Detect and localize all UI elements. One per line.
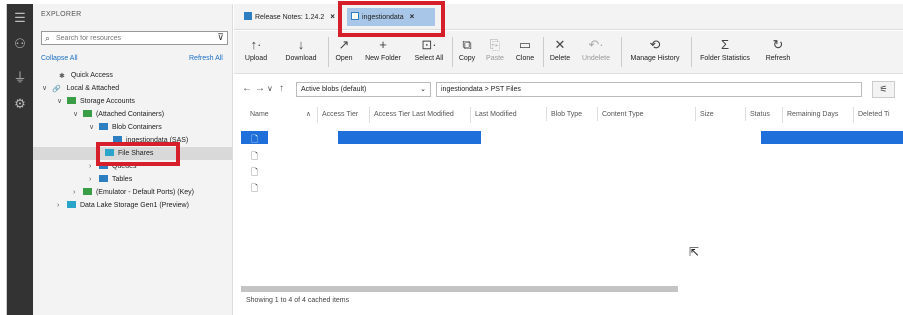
select-all-button[interactable]: ⊡· Select All [409,35,449,73]
folder-statistics-button[interactable]: Σ Folder Statistics [694,35,756,73]
path-input[interactable]: ingestiondata > PST Files [436,82,862,97]
tree-quick-access[interactable]: ✱ Quick Access [33,69,232,82]
account-icon[interactable]: ⚇ [12,36,28,52]
manage-history-button[interactable]: ⟲ Manage History [624,35,686,73]
cursor-icon: ⇱ [689,245,700,259]
undelete-icon: ↶· [588,37,604,52]
delete-icon: ✕ [554,37,566,52]
chevron-down-icon[interactable]: ∨ [267,84,273,93]
sort-icon: ∧ [305,111,311,118]
view-mode-select[interactable]: Active blobs (default) ⌄ [296,82,431,97]
history-icon: ⟲ [649,37,661,52]
upload-icon: ↑· [250,37,262,52]
storage-icon [66,97,76,104]
refresh-icon: ↻ [772,37,784,52]
file-icon: 🗋 [251,151,259,161]
copy-button[interactable]: ⧉ Copy [454,35,480,73]
file-icon: 🗋 [251,167,259,177]
up-arrow-icon[interactable]: ↑ [279,83,284,94]
pin-icon: ✱ [59,73,65,80]
highlight-box-file-shares [96,142,180,166]
notes-icon [244,12,252,20]
tree-attached-containers[interactable]: ∨ (Attached Containers) [33,108,232,121]
select-all-icon: ⊡· [421,37,437,52]
main-panel: Release Notes: 1.24.2 × ingestiondata × ↑·… [234,4,903,315]
download-icon: ↓ [297,37,305,52]
column-options-icon[interactable]: ⚟ [872,81,895,98]
paste-button[interactable]: ⎘ Paste [482,35,508,73]
column-header-access-tier-last-modified[interactable]: Access Tier Last Modified [370,107,471,123]
chevron-down-icon[interactable]: ∨ [42,82,50,95]
tree-storage-accounts[interactable]: ∨ Storage Accounts [33,95,232,108]
table-icon [98,175,108,182]
download-button[interactable]: ↓ Download [280,35,322,73]
tab-release-notes[interactable]: Release Notes: 1.24.2 × [240,8,340,26]
datalake-icon [66,201,76,208]
tree-data-lake[interactable]: › Data Lake Storage Gen1 (Preview) [33,199,232,212]
upload-button[interactable]: ↑· Upload [240,35,272,73]
search-box[interactable]: ⌕ ⊽ [41,31,228,45]
collapse-all-link[interactable]: Collapse All [41,55,78,62]
highlight-box-tab [338,1,445,37]
file-grid: Name ∧ Access Tier Access Tier Last Modif… [234,107,903,287]
search-icon: ⌕ [45,33,51,43]
paste-icon: ⎘ [489,37,501,52]
blob-icon [98,123,108,130]
chevron-down-icon[interactable]: ∨ [89,121,97,134]
explorer-title: EXPLORER [41,11,82,18]
activity-bar: ☰ ⚇ ⏚ ⚙ [7,4,33,315]
chevron-down-icon[interactable]: ∨ [57,95,65,108]
link-icon: 🔗 [51,86,61,93]
plus-icon: + [379,37,387,52]
explorer-icon[interactable]: ☰ [12,10,28,26]
chevron-right-icon[interactable]: › [73,186,81,199]
copy-icon: ⧉ [462,37,472,52]
toolbar-divider [452,37,453,67]
filter-icon[interactable]: ⊽ [217,32,224,43]
chevron-right-icon[interactable]: › [89,173,97,186]
search-input[interactable] [56,33,206,43]
toolbar-divider [328,37,329,67]
sigma-icon: Σ [720,37,730,52]
tree-tables[interactable]: › Tables [33,173,232,186]
column-header-access-tier[interactable]: Access Tier [318,107,370,123]
settings-icon[interactable]: ⚙ [12,96,28,112]
horizontal-scrollbar[interactable] [241,286,678,292]
close-icon[interactable]: × [330,12,335,21]
forward-arrow-icon[interactable]: → [255,83,265,94]
chevron-down-icon: ⌄ [420,86,426,93]
storage-icon [82,110,92,117]
tree-emulator[interactable]: › (Emulator - Default Ports) (Key) [33,186,232,199]
file-icon: 🗋 [251,134,259,144]
delete-button[interactable]: ✕ Delete [546,35,574,73]
open-button[interactable]: ↗ Open [330,35,358,73]
plug-icon[interactable]: ⏚ [12,70,28,86]
toolbar-divider [621,37,622,67]
toolbar: ↑· Upload ↓ Download ↗ Open + New Folder ⊡· S… [234,31,903,74]
storage-icon [82,188,92,195]
redacted-names [268,131,338,198]
file-icon: 🗋 [251,183,259,193]
tree-blob-containers[interactable]: ∨ Blob Containers [33,121,232,134]
column-header-deleted-time[interactable]: Deleted Ti [854,107,903,123]
chevron-down-icon[interactable]: ∨ [73,108,81,121]
refresh-button[interactable]: ↻ Refresh [762,35,794,73]
toolbar-divider [691,37,692,67]
refresh-all-link[interactable]: Refresh All [189,55,223,62]
column-header-name[interactable]: Name ∧ [246,107,318,123]
open-icon: ↗ [338,37,350,52]
back-arrow-icon[interactable]: ← [242,83,252,94]
toolbar-divider [543,37,544,67]
clone-button[interactable]: ▭ Clone [512,35,538,73]
redacted-details [481,121,761,201]
column-header-remaining-days[interactable]: Remaining Days [783,107,854,123]
chevron-right-icon[interactable]: › [57,199,65,212]
clone-icon: ▭ [518,37,532,52]
undelete-button[interactable]: ↶· Undelete [577,35,615,73]
new-folder-button[interactable]: + New Folder [360,35,406,73]
address-bar: ← → ∨ ↑ Active blobs (default) ⌄ ingestio… [234,80,903,100]
status-text: Showing 1 to 4 of 4 cached items [246,297,350,304]
tab-bar: Release Notes: 1.24.2 × ingestiondata × [234,4,903,30]
tree-local-attached[interactable]: ∨ 🔗 Local & Attached [33,82,232,95]
